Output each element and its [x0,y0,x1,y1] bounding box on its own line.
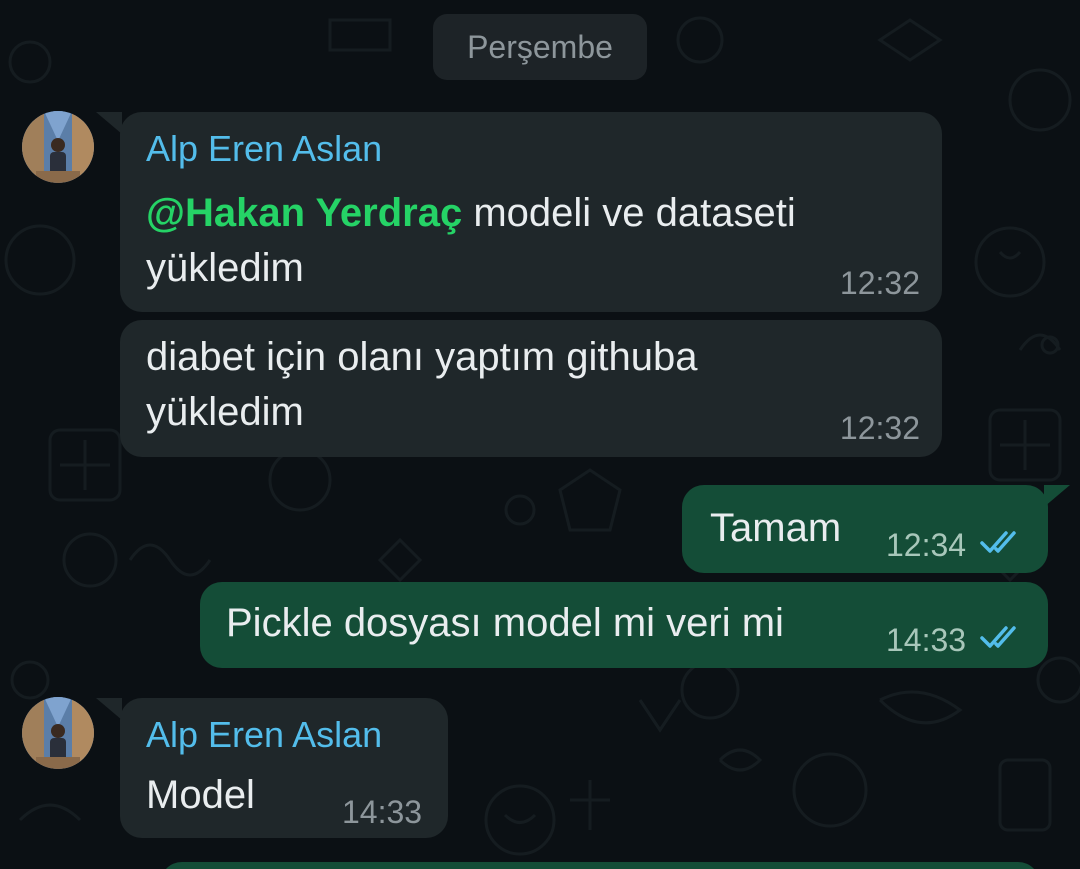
message-text: Pickle dosyası model mi veri mi [226,601,784,645]
message-text-line2: yükledim [146,390,304,434]
date-separator: Perşembe [433,14,647,80]
message-text: @Hakan Yerdraç modeli ve dataseti yükled… [146,186,796,296]
bubble-tail [96,698,122,720]
avatar-photo-icon [22,697,94,769]
bubble-tail [96,112,122,134]
message-text-line2: yükledim [146,246,304,290]
sender-name[interactable]: Alp Eren Aslan [146,714,382,756]
message-text-line1: modeli ve dataseti [462,191,796,235]
message-text: Tamam [710,506,842,550]
message-time: 12:32 [839,410,920,446]
sender-avatar[interactable] [22,697,94,769]
sender-avatar[interactable] [22,111,94,183]
message-bubble-outgoing[interactable]: Pickle dosyası model mi veri mi 14:33 [200,582,1048,668]
message-text: diabet için olanı yaptım githuba yükledi… [146,330,697,440]
message-time: 14:33 [342,794,423,830]
message-bubble-outgoing[interactable]: Tamam 12:34 [682,485,1070,573]
message-bubble-incoming[interactable]: diabet için olanı yaptım githuba yükledi… [120,320,942,457]
message-time: 12:32 [839,265,920,301]
mention-link[interactable]: @Hakan Yerdraç [146,191,462,235]
chat-area[interactable]: Perşembe Alp Eren Aslan @Hakan Yerdraç m… [0,0,1080,869]
message-time: 14:33 [886,622,967,658]
double-check-read-icon [980,626,1016,648]
message-time: 12:34 [886,527,967,563]
message-bubble-incoming[interactable]: Alp Eren Aslan @Hakan Yerdraç modeli ve … [96,112,942,312]
message-text-line1: diabet için olanı yaptım githuba [146,335,698,379]
message-bubble-outgoing-partial[interactable] [160,862,1040,869]
bubble-tail [1044,485,1070,507]
avatar-photo-icon [22,111,94,183]
double-check-read-icon [980,531,1016,553]
message-bubble-incoming[interactable]: Alp Eren Aslan Model 14:33 [96,698,448,838]
message-text: Model [146,773,255,817]
sender-name[interactable]: Alp Eren Aslan [146,128,382,170]
